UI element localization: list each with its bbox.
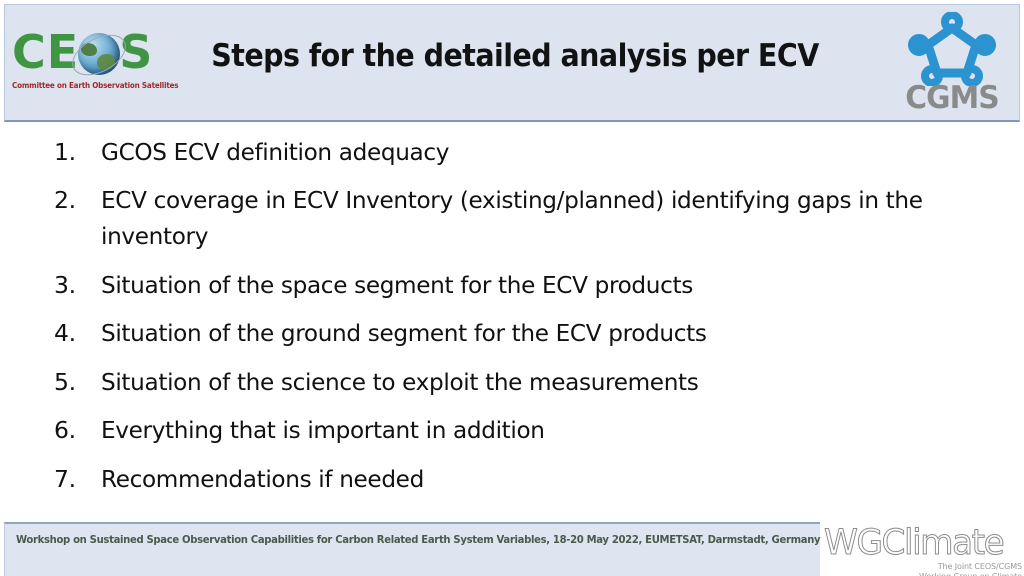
list-item: 4. Situation of the ground segment for t… <box>54 315 994 351</box>
list-item: 5. Situation of the science to exploit t… <box>54 364 994 400</box>
cgms-network-pentagon-icon <box>908 12 996 86</box>
footer-event-text: Workshop on Sustained Space Observation … <box>16 534 821 546</box>
list-item-number: 2. <box>54 186 76 214</box>
wgclimate-wordmark: WGClimate <box>824 523 1006 564</box>
ceos-logo: CEOS Committee on Earth Observation Sate… <box>12 26 179 106</box>
numbered-list: 1. GCOS ECV definition adequacy 2. ECV c… <box>0 128 1024 514</box>
cgms-logo: CGMS <box>896 12 1008 118</box>
list-item: 1. GCOS ECV definition adequacy <box>54 134 994 170</box>
slide-footer-band <box>4 522 820 576</box>
list-item-label: Everything that is important in addition <box>101 416 545 444</box>
list-item: 3. Situation of the space segment for th… <box>54 267 994 303</box>
list-item-label: ECV coverage in ECV Inventory (existing/… <box>101 186 923 250</box>
list-item-label: Situation of the ground segment for the … <box>101 319 707 347</box>
list-item-number: 5. <box>54 368 76 396</box>
list-item: 6. Everything that is important in addit… <box>54 412 994 448</box>
list-item-number: 7. <box>54 465 76 493</box>
ceos-subtitle: Committee on Earth Observation Satellite… <box>12 81 179 90</box>
wgclimate-subtitle-line1: The Joint CEOS/CGMS <box>937 562 1022 571</box>
list-item-label: Situation of the science to exploit the … <box>101 368 699 396</box>
wgclimate-subtitle: The Joint CEOS/CGMS Working Group on Cli… <box>919 562 1022 576</box>
cgms-wordmark: CGMS <box>905 80 999 116</box>
list-item-number: 3. <box>54 271 76 299</box>
wgclimate-logo: WGClimate The Joint CEOS/CGMS Working Gr… <box>824 520 1024 576</box>
slide-title: Steps for the detailed analysis per ECV <box>211 38 819 74</box>
list-item-number: 1. <box>54 138 76 166</box>
list-item-number: 6. <box>54 416 76 444</box>
slide: CEOS Committee on Earth Observation Sate… <box>0 0 1024 576</box>
list-item-number: 4. <box>54 319 76 347</box>
list-item-label: Recommendations if needed <box>101 465 424 493</box>
wgclimate-subtitle-line2: Working Group on Climate <box>919 572 1022 576</box>
list-item: 2. ECV coverage in ECV Inventory (existi… <box>54 182 984 254</box>
list-item: 7. Recommendations if needed <box>54 461 994 497</box>
list-item-label: GCOS ECV definition adequacy <box>101 138 450 166</box>
list-item-label: Situation of the space segment for the E… <box>101 271 693 299</box>
